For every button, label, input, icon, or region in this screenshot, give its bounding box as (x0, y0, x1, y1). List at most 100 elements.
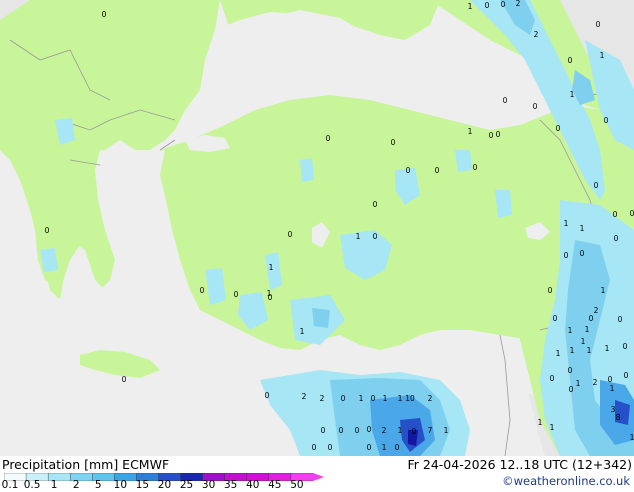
point-value-label: 1 (468, 127, 473, 136)
point-value-label: 2 (593, 378, 598, 387)
point-value-label: 0 (568, 366, 573, 375)
credit-link[interactable]: ©weatheronline.co.uk (502, 474, 630, 488)
point-value-label: 1 (300, 327, 305, 336)
point-value-label: 1 (581, 337, 586, 346)
point-value-label: 10 (405, 394, 415, 403)
point-value-label: 0 (328, 443, 333, 452)
point-value-label: 1 (630, 433, 634, 442)
point-value-label: 0 (312, 443, 317, 452)
point-value-label: 0 (485, 1, 490, 10)
point-value-label: 0 (548, 286, 553, 295)
point-value-label: 0 (288, 230, 293, 239)
point-value-label: 0 (341, 394, 346, 403)
point-value-label: 1 (576, 379, 581, 388)
point-value-label: 0 (391, 138, 396, 147)
valid-time: Fr 24-04-2026 12..18 UTC (12+342) (407, 457, 633, 472)
point-value-label: 0 (373, 232, 378, 241)
point-value-label: 0 (501, 0, 506, 9)
point-value-label: 1 (382, 443, 387, 452)
point-value-label: 0 (435, 166, 440, 175)
point-value-label: 1 (356, 232, 361, 241)
point-value-label: 0 (489, 131, 494, 140)
point-value-label: 1 (605, 344, 610, 353)
point-value-label: 0 (630, 209, 634, 218)
point-value-label: 0 (102, 10, 107, 19)
point-value-label: 1 (570, 90, 575, 99)
precip-scatter-2 (300, 158, 314, 182)
point-value-label: 0 (608, 375, 613, 384)
point-value-label: 0 (594, 181, 599, 190)
point-value-label: 0 (355, 426, 360, 435)
colorbar-tick: 30 (201, 479, 216, 491)
point-value-label: 0 (326, 134, 331, 143)
point-value-label: 1 (267, 289, 272, 298)
point-value-label: 0 (395, 443, 400, 452)
point-value-label: 1 (398, 426, 403, 435)
point-value-label: 0 (564, 251, 569, 260)
point-value-label: 1 (570, 346, 575, 355)
point-value-label: 0 (569, 385, 574, 394)
map-footer: Precipitation [mm] ECMWF Fr 24-04-2026 1… (0, 456, 634, 492)
point-value-label: 0 (596, 20, 601, 29)
point-value-label: 0 (503, 96, 508, 105)
point-value-label: 0 (367, 425, 372, 434)
point-value-label: 0 (614, 234, 619, 243)
colorbar-tick: 0.1 (1, 479, 19, 491)
point-value-label: 0 (367, 443, 372, 452)
point-value-label: 1 (359, 394, 364, 403)
colorbar-tick: 20 (157, 479, 172, 491)
point-value-label: 1 (587, 346, 592, 355)
point-value-label: 2 (516, 0, 521, 8)
point-value-label: 0 (568, 56, 573, 65)
point-value-label: 0 (496, 130, 501, 139)
colorbar-tick-labels: 0.1 0.5 1 2 5 10 15 20 25 30 35 40 45 50 (0, 480, 340, 492)
point-value-label: 0 (553, 314, 558, 323)
precip-central-c-core (312, 308, 330, 328)
point-value-label: 1 (580, 224, 585, 233)
map-title: Precipitation [mm] ECMWF (2, 457, 170, 472)
point-value-label: 2 (320, 394, 325, 403)
point-value-label: 0 (580, 249, 585, 258)
point-value-label: 0 (618, 315, 623, 324)
colorbar-tick: 2 (72, 479, 80, 491)
point-value-label: 1 (556, 349, 561, 358)
point-value-label: 0 (122, 375, 127, 384)
point-value-label: 0 (339, 426, 344, 435)
point-value-label: 1 (538, 418, 543, 427)
precipitation-map[interactable]: 01 0 0 2020101001000 0000 000 0010 0 01 010 0100 11… (0, 0, 634, 456)
point-value-label: 1 (398, 394, 403, 403)
point-value-label: 0 (321, 426, 326, 435)
point-value-label: 1 (600, 51, 605, 60)
point-value-label: 1 (468, 2, 473, 11)
point-value-label: 0 (406, 166, 411, 175)
point-value-label: 0 (473, 163, 478, 172)
point-value-label: 0 (556, 124, 561, 133)
point-value-label: 0 (550, 374, 555, 383)
point-value-label: 2 (534, 30, 539, 39)
colorbar-tick: 1 (50, 479, 58, 491)
point-value-label: 1 (550, 423, 555, 432)
point-value-label: 0 (373, 200, 378, 209)
point-value-label: 0 (623, 342, 628, 351)
colorbar-tick: 40 (246, 479, 260, 491)
point-value-label: 1 (269, 263, 274, 272)
point-value-label: 0 (412, 427, 417, 436)
point-value-label: 2 (594, 306, 599, 315)
point-value-label: 0 (234, 290, 239, 299)
point-value-label: 1 (610, 384, 615, 393)
point-value-label: 1 (568, 326, 573, 335)
colorbar-tick: 5 (94, 479, 102, 491)
point-value-label: 0 (604, 116, 609, 125)
point-value-label: 0 (624, 371, 629, 380)
point-value-label: 0 (371, 394, 376, 403)
point-value-label: 2 (428, 394, 433, 403)
point-value-label: 2 (302, 392, 307, 401)
point-value-label: 1 (444, 426, 449, 435)
colorbar-tick: 15 (135, 479, 150, 491)
colorbar-tick: 45 (268, 479, 282, 491)
point-value-label: 1 (585, 325, 590, 334)
point-value-label: 8 (616, 413, 621, 422)
point-value-label: 0 (589, 314, 594, 323)
colorbar-tick: 25 (179, 479, 194, 491)
colorbar-tick: 10 (113, 479, 128, 491)
